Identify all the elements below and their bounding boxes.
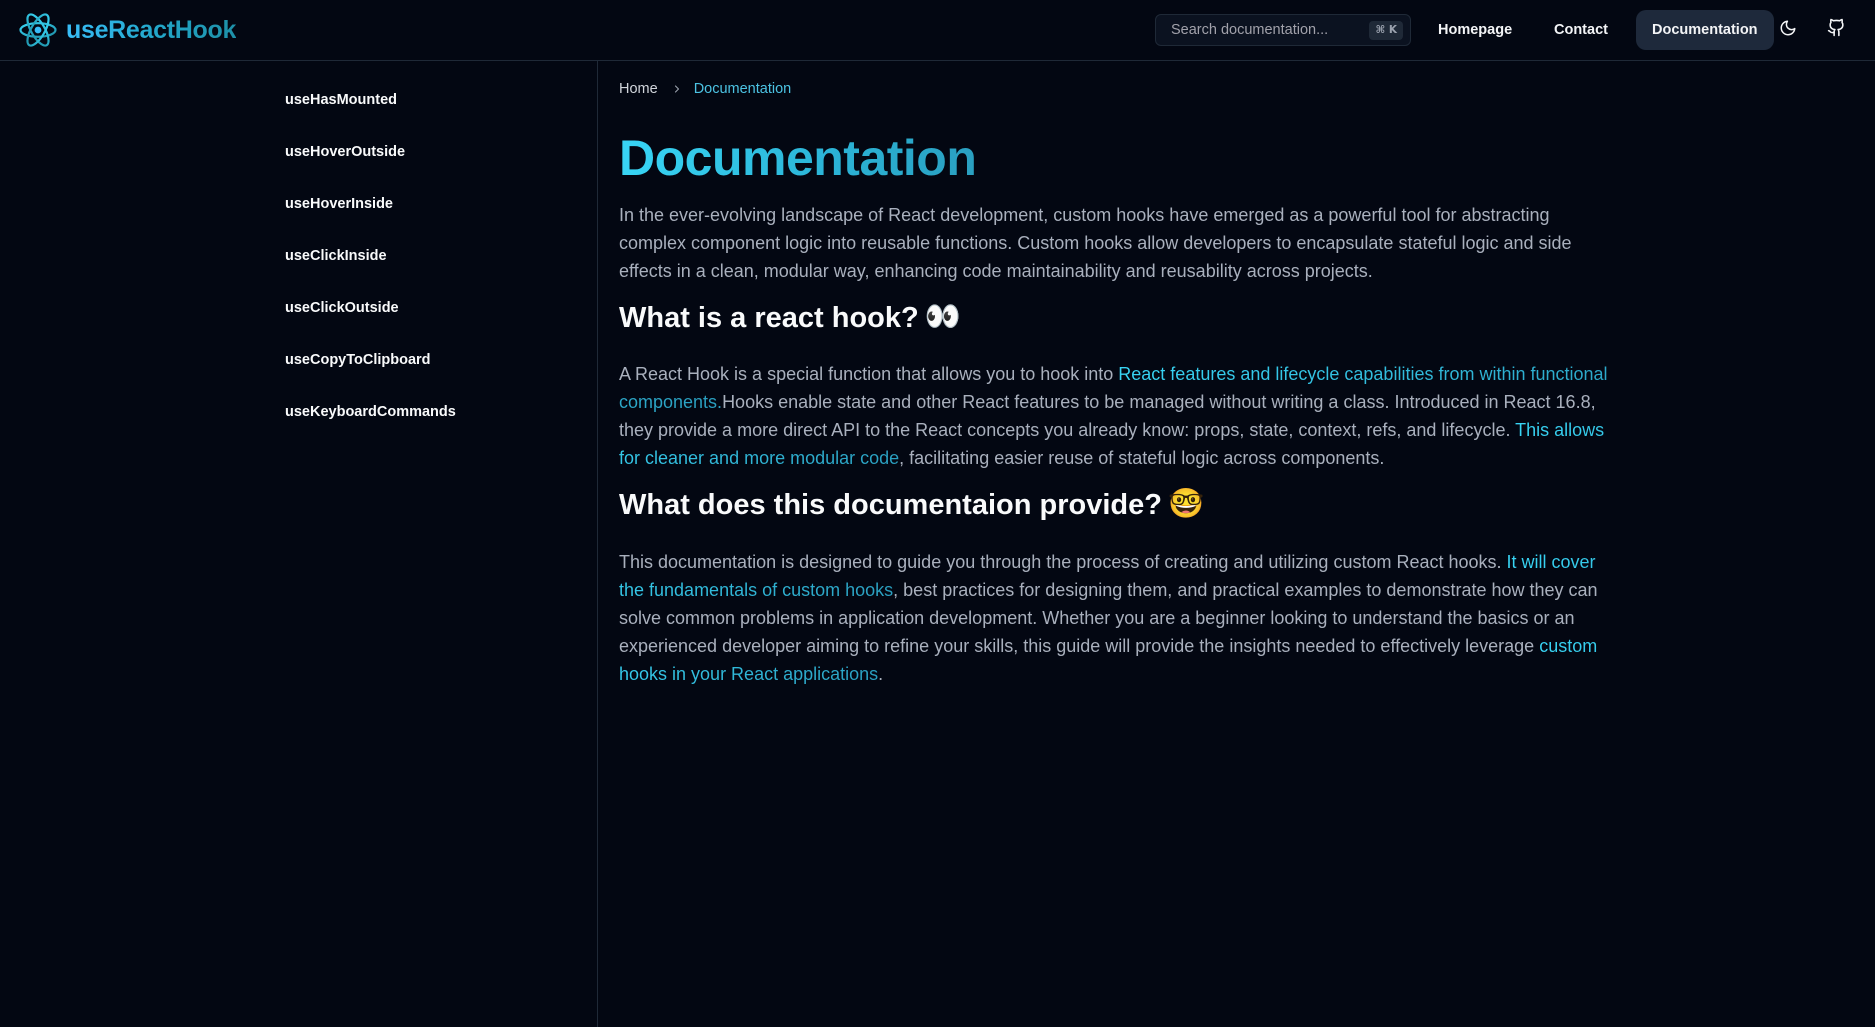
paragraph-text: . — [878, 664, 884, 684]
sidebar-item-usehoveroutside[interactable]: useHoverOutside — [285, 144, 405, 160]
eyes-emoji-icon: 👀 — [924, 301, 961, 334]
chevron-right-icon — [671, 83, 683, 95]
top-header: useReactHook Search documentation... ⌘ K… — [0, 0, 1875, 61]
search-input[interactable]: Search documentation... ⌘ K — [1155, 14, 1411, 46]
page-title: Documentation — [619, 130, 977, 186]
sidebar-item-useclickinside[interactable]: useClickInside — [285, 248, 387, 264]
nav-documentation[interactable]: Documentation — [1636, 10, 1774, 50]
paragraph-text: Hooks enable state and other React featu… — [619, 392, 1596, 440]
nav-contact[interactable]: Contact — [1538, 10, 1624, 50]
theme-toggle-button[interactable] — [1770, 12, 1806, 48]
paragraph-text: A React Hook is a special function that … — [619, 364, 1119, 384]
breadcrumb-home[interactable]: Home — [619, 81, 658, 97]
search-shortcut-badge: ⌘ K — [1369, 21, 1403, 40]
paragraph-text: , facilitating easier reuse of stateful … — [899, 448, 1385, 468]
section-paragraph-what-docs-provide: This documentation is designed to guide … — [619, 548, 1609, 688]
section-heading-text: What is a react hook? — [619, 302, 919, 334]
sidebar: useHasMounted useHoverOutside useHoverIn… — [0, 61, 598, 1027]
section-paragraph-what-is-hook: A React Hook is a special function that … — [619, 360, 1609, 472]
paragraph-text: This documentation is designed to guide … — [619, 552, 1507, 572]
sidebar-item-useclickoutside[interactable]: useClickOutside — [285, 300, 399, 316]
sidebar-item-usekeyboardcommands[interactable]: useKeyboardCommands — [285, 404, 456, 420]
sidebar-item-usehoverinside[interactable]: useHoverInside — [285, 196, 393, 212]
nav-homepage[interactable]: Homepage — [1422, 10, 1528, 50]
intro-paragraph: In the ever-evolving landscape of React … — [619, 205, 1572, 281]
logo-text: useReactHook — [66, 15, 237, 44]
breadcrumb: Home Documentation — [619, 81, 791, 97]
section-heading-what-is-hook: What is a react hook? 👀 — [619, 301, 961, 336]
section-heading-what-docs-provide: What does this documentaion provide? 🤓 — [619, 488, 1205, 523]
github-icon — [1827, 18, 1846, 42]
sidebar-item-usecopytoclipboard[interactable]: useCopyToClipboard — [285, 352, 431, 368]
search-placeholder: Search documentation... — [1171, 22, 1329, 38]
sidebar-item-usehasmounted[interactable]: useHasMounted — [285, 92, 397, 108]
react-logo-icon — [18, 8, 58, 52]
moon-icon — [1779, 19, 1797, 42]
section-heading-text: What does this documentaion provide? — [619, 489, 1162, 521]
nerd-face-emoji-icon: 🤓 — [1167, 488, 1205, 521]
logo-link[interactable]: useReactHook — [18, 8, 236, 52]
github-button[interactable] — [1818, 12, 1854, 48]
breadcrumb-current: Documentation — [693, 81, 792, 97]
